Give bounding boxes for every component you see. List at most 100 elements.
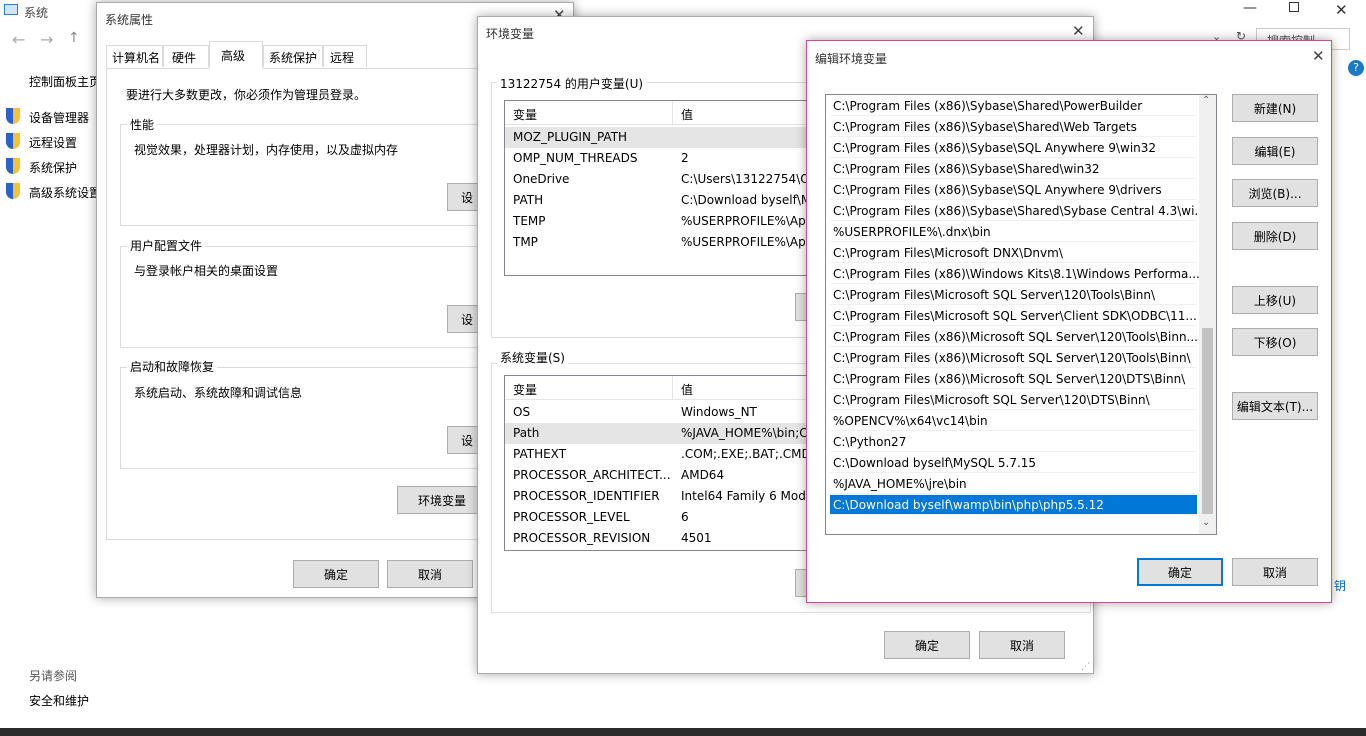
move-up-button[interactable]: 上移(U) <box>1232 286 1318 314</box>
minimize-icon[interactable]: — <box>1243 0 1257 16</box>
path-list[interactable]: C:\Program Files (x86)\Sybase\Shared\Pow… <box>825 94 1217 535</box>
tab-label: 系统保护 <box>269 51 318 65</box>
list-item[interactable]: C:\Program Files (x86)\Sybase\SQL Anywhe… <box>830 138 1197 158</box>
cancel-button[interactable]: 取消 <box>387 560 473 588</box>
startup-recovery-label: 启动和故障恢复 <box>127 358 218 375</box>
list-item[interactable]: C:\Program Files (x86)\Sybase\SQL Anywhe… <box>830 180 1197 200</box>
list-item[interactable]: C:\Download byself\MySQL 5.7.15 <box>830 453 1197 473</box>
tab-system-protection[interactable]: 系统保护 <box>263 45 323 67</box>
edit-button[interactable]: 编辑(E) <box>1232 137 1318 165</box>
ok-button[interactable]: 确定 <box>293 560 379 588</box>
var-value: .COM;.EXE;.BAT;.CMD; <box>681 447 815 461</box>
user-profile-desc: 与登录帐户相关的桌面设置 <box>134 264 279 278</box>
forward-arrow-icon[interactable]: → <box>40 30 53 49</box>
sidebar-home-link[interactable]: 控制面板主页 <box>29 73 101 90</box>
close-icon[interactable]: ✕ <box>1072 24 1085 39</box>
help-icon[interactable]: ? <box>1348 60 1364 76</box>
path-text: C:\Program Files\Microsoft SQL Server\12… <box>833 288 1156 302</box>
scrollbar-thumb[interactable] <box>1202 328 1213 514</box>
delete-button[interactable]: 删除(D) <box>1232 222 1318 250</box>
var-name: PROCESSOR_IDENTIFIER <box>513 489 660 503</box>
var-value: 4501 <box>681 531 712 545</box>
column-header-variable[interactable]: 变量 <box>513 106 537 123</box>
column-header-variable[interactable]: 变量 <box>513 381 537 398</box>
path-text: C:\Program Files\Microsoft DNX\Dnvm\ <box>833 246 1063 260</box>
list-item[interactable]: C:\Program Files (x86)\Sybase\Shared\Syb… <box>830 201 1206 221</box>
button-label: 确定 <box>1167 565 1192 580</box>
dialog-title: 系统属性 <box>105 13 154 27</box>
list-item[interactable]: C:\Program Files\Microsoft SQL Server\12… <box>830 285 1197 305</box>
sidebar-item-label: 系统保护 <box>29 161 78 175</box>
list-item[interactable]: C:\Program Files (x86)\Microsoft SQL Ser… <box>830 369 1197 389</box>
column-header-value[interactable]: 值 <box>681 106 693 123</box>
list-item[interactable]: C:\Program Files\Microsoft SQL Server\Cl… <box>830 306 1197 326</box>
browse-button[interactable]: 浏览(B)... <box>1232 179 1318 207</box>
taskbar <box>0 728 1366 736</box>
sidebar-item-remote-settings[interactable]: 远程设置 <box>6 133 101 151</box>
var-name: OneDrive <box>513 172 570 186</box>
change-key-link[interactable]: 钥 <box>1334 577 1346 594</box>
list-item[interactable]: %JAVA_HOME%\jre\bin <box>830 474 1197 494</box>
tab-computer-name[interactable]: 计算机名 <box>106 45 163 67</box>
var-name: PROCESSOR_ARCHITECT... <box>513 468 671 482</box>
var-value: 6 <box>681 510 689 524</box>
list-item-selected[interactable]: C:\Download byself\wamp\bin\php\php5.5.1… <box>830 495 1197 515</box>
button-label: 编辑(E) <box>1254 144 1296 159</box>
close-icon[interactable]: ✕ <box>1335 1 1348 19</box>
scroll-down-icon[interactable]: ⌄ <box>1202 517 1210 528</box>
sidebar-item-advanced-settings[interactable]: 高级系统设置 <box>6 183 101 201</box>
list-item[interactable]: C:\Program Files\Microsoft SQL Server\12… <box>830 390 1197 410</box>
user-profile-label: 用户配置文件 <box>127 237 206 254</box>
scrollbar[interactable]: ⌃ ⌄ <box>1199 95 1216 534</box>
button-label: 确定 <box>914 638 939 653</box>
list-item[interactable]: C:\Program Files (x86)\Sybase\Shared\Web… <box>830 117 1197 137</box>
button-label: 删除(D) <box>1253 229 1297 244</box>
environment-variables-button[interactable]: 环境变量 <box>397 486 487 514</box>
var-name: PROCESSOR_LEVEL <box>513 510 630 524</box>
sidebar-item-system-protection[interactable]: 系统保护 <box>6 158 101 176</box>
move-down-button[interactable]: 下移(O) <box>1232 328 1318 356</box>
path-text: C:\Download byself\MySQL 5.7.15 <box>833 456 1037 470</box>
resize-grip-icon[interactable]: ⋰ <box>1081 662 1090 672</box>
list-item[interactable]: %USERPROFILE%\.dnx\bin <box>830 222 1197 242</box>
sidebar-item-label: 设备管理器 <box>29 111 90 125</box>
list-item[interactable]: C:\Program Files (x86)\Sybase\Shared\win… <box>830 159 1197 179</box>
sidebar-item-device-manager[interactable]: 设备管理器 <box>6 108 101 126</box>
startup-recovery-desc: 系统启动、系统故障和调试信息 <box>134 386 303 400</box>
var-value: Intel64 Family 6 Mode <box>681 489 814 503</box>
ok-button[interactable]: 确定 <box>1137 558 1223 586</box>
list-item[interactable]: C:\Program Files (x86)\Windows Kits\8.1\… <box>830 264 1200 284</box>
back-arrow-icon[interactable]: ← <box>12 30 25 49</box>
list-item[interactable]: C:\Python27 <box>830 432 1197 452</box>
close-icon[interactable]: ✕ <box>1312 49 1325 64</box>
list-item[interactable]: %OPENCV%\x64\vc14\bin <box>830 411 1197 431</box>
path-text: C:\Program Files\Microsoft SQL Server\12… <box>833 393 1150 407</box>
list-item[interactable]: C:\Program Files\Microsoft DNX\Dnvm\ <box>830 243 1197 263</box>
cancel-button[interactable]: 取消 <box>1232 558 1318 586</box>
column-header-value[interactable]: 值 <box>681 381 693 398</box>
path-text: %USERPROFILE%\.dnx\bin <box>833 225 991 239</box>
system-vars-label: 系统变量(S) <box>497 349 568 366</box>
security-link[interactable]: 安全和维护 <box>29 692 89 709</box>
maximize-icon[interactable] <box>1289 2 1299 12</box>
ok-button[interactable]: 确定 <box>884 631 970 659</box>
dialog-title: 环境变量 <box>486 27 535 41</box>
tab-hardware[interactable]: 硬件 <box>163 45 209 67</box>
up-arrow-icon[interactable]: ↑ <box>68 30 80 46</box>
cancel-button[interactable]: 取消 <box>979 631 1065 659</box>
list-item[interactable]: C:\Program Files (x86)\Sybase\Shared\Pow… <box>830 96 1197 116</box>
scroll-up-icon[interactable]: ⌃ <box>1202 95 1210 106</box>
var-value: 2 <box>681 151 689 165</box>
new-button[interactable]: 新建(N) <box>1232 94 1318 122</box>
tab-advanced[interactable]: 高级 <box>209 41 263 69</box>
tab-remote[interactable]: 远程 <box>323 45 367 67</box>
button-label: 取消 <box>417 567 442 582</box>
edit-text-button[interactable]: 编辑文本(T)... <box>1232 392 1318 420</box>
tab-label: 远程 <box>330 51 355 65</box>
button-label: 取消 <box>1262 565 1287 580</box>
list-item[interactable]: C:\Program Files (x86)\Microsoft SQL Ser… <box>830 327 1198 347</box>
sidebar-item-label: 远程设置 <box>29 136 78 150</box>
button-label: 上移(U) <box>1253 293 1297 308</box>
column-divider <box>672 101 673 125</box>
list-item[interactable]: C:\Program Files (x86)\Microsoft SQL Ser… <box>830 348 1197 368</box>
